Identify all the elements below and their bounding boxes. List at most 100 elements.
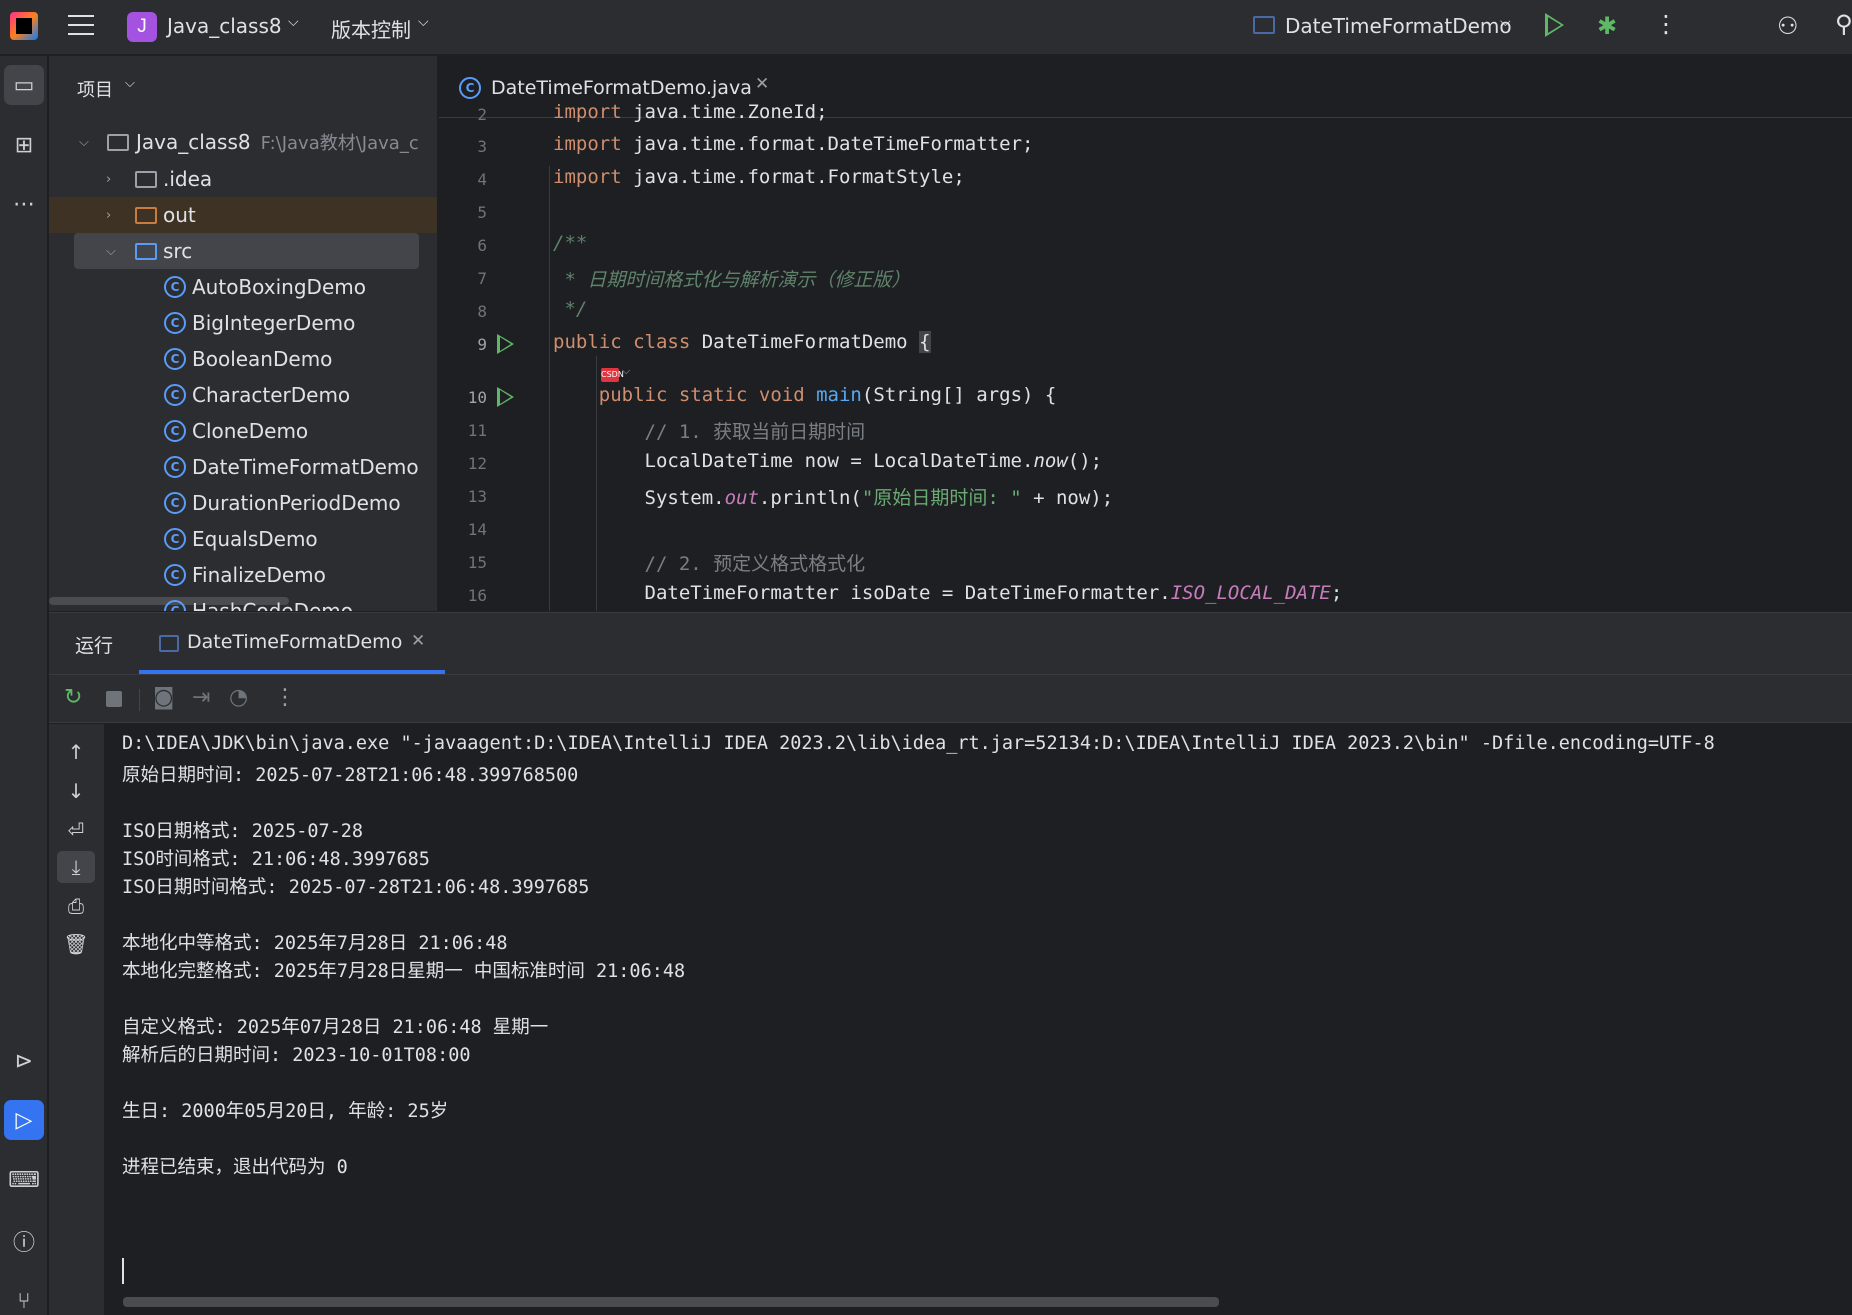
tree-item-class[interactable]: C AutoBoxingDemo	[49, 269, 437, 305]
problems-icon[interactable]: ⓘ	[4, 1221, 44, 1261]
code-line[interactable]: 15 // 2. 预定义格式格式化	[439, 549, 1852, 579]
debug-bug-icon[interactable]: ✱	[1597, 12, 1617, 40]
profiler-icon[interactable]: ◔	[229, 685, 248, 710]
main-menu-icon[interactable]	[68, 15, 94, 37]
tree-item-class[interactable]: C BooleanDemo	[49, 341, 437, 377]
print-icon[interactable]: ⎙	[57, 890, 95, 922]
arrow-up-icon[interactable]: ↑	[57, 736, 95, 768]
folder-label: out	[163, 203, 196, 227]
class-icon: C	[164, 276, 186, 298]
tree-item-class[interactable]: C DurationPeriodDemo	[49, 485, 437, 521]
structure-icon[interactable]: ⊞	[4, 125, 44, 165]
scroll-to-end-icon[interactable]: ⤓	[57, 851, 95, 883]
arrow-down-icon[interactable]: ↓	[57, 775, 95, 807]
camera-icon[interactable]: ◙	[153, 685, 174, 710]
code-line[interactable]: 5	[439, 199, 1852, 229]
editor-tab[interactable]: C DateTimeFormatDemo.java	[459, 74, 752, 102]
folder-icon[interactable]: ▭	[4, 65, 44, 105]
chevron-down-icon[interactable]: ⌵	[622, 364, 630, 378]
add-user-icon[interactable]: ⚇	[1777, 12, 1799, 40]
close-icon[interactable]: ✕	[411, 631, 425, 651]
code-text: DateTimeFormatter isoDate = DateTimeForm…	[553, 582, 1343, 604]
attach-icon[interactable]: ⇥	[192, 685, 210, 710]
chevron-down-icon[interactable]: ⌵	[125, 76, 135, 91]
run-button[interactable]	[1545, 13, 1564, 37]
tree-item-out[interactable]: › out	[49, 197, 437, 233]
tree-item-class[interactable]: C HashCodeDemo	[49, 593, 437, 611]
console-line: 本地化完整格式: 2025年7月28日星期一 中国标准时间 21:06:48	[122, 961, 686, 982]
tree-root-row[interactable]: ⌵ Java_class8 F:\Java教材\Java_c	[49, 124, 437, 160]
gutter-run-icon[interactable]	[497, 334, 514, 354]
line-number: 9	[477, 335, 487, 354]
git-icon[interactable]: ⑂	[4, 1281, 44, 1315]
code-token: LocalDateTime now = LocalDateTime.	[553, 450, 1034, 472]
close-icon[interactable]: ✕	[755, 74, 769, 94]
code-line[interactable]: 11 // 1. 获取当前日期时间	[439, 417, 1852, 447]
chevron-right-icon[interactable]: ›	[106, 208, 111, 223]
class-label: CloneDemo	[192, 419, 309, 443]
code-line[interactable]: 4 import java.time.format.FormatStyle;	[439, 166, 1852, 196]
line-number: 7	[477, 269, 487, 288]
code-token: // 1. 获取当前日期时间	[553, 421, 866, 443]
code-line[interactable]: 6 /**	[439, 232, 1852, 262]
stop-icon[interactable]	[106, 691, 122, 707]
code-line[interactable]: 9 public class DateTimeFormatDemo {	[439, 331, 1852, 361]
project-panel-title[interactable]: 项目	[77, 76, 113, 102]
run-panel: 运行 DateTimeFormatDemo ✕ ↻ ◙ ⇥ ◔ ⋮ ↑ ↓ ⏎ …	[49, 612, 1852, 1315]
more-actions-icon[interactable]: ⋮	[274, 685, 296, 710]
tree-item-class[interactable]: C CharacterDemo	[49, 377, 437, 413]
trash-icon[interactable]: 🗑	[57, 928, 95, 960]
services-icon[interactable]: ⊳	[4, 1041, 44, 1081]
soft-wrap-icon[interactable]: ⏎	[57, 814, 95, 846]
author-avatar-icon[interactable]: CSDN	[601, 368, 624, 382]
code-line[interactable]: 12 LocalDateTime now = LocalDateTime.now…	[439, 450, 1852, 480]
line-number: 5	[477, 203, 487, 222]
code-line[interactable]: 8 */	[439, 298, 1852, 328]
code-line[interactable]: 16 DateTimeFormatter isoDate = DateTimeF…	[439, 582, 1852, 611]
chevron-down-icon[interactable]: ⌵	[1500, 14, 1511, 30]
console-output[interactable]: D:\IDEA\JDK\bin\java.exe "-javaagent:D:\…	[122, 733, 1842, 1273]
terminal-icon[interactable]: ⌨	[4, 1160, 44, 1200]
tree-item-idea[interactable]: › .idea	[49, 161, 437, 197]
run-icon[interactable]: ▷	[4, 1100, 44, 1140]
code-line[interactable]: 14	[439, 516, 1852, 546]
code-line[interactable]: 10 public static void main(String[] args…	[439, 384, 1852, 414]
code-token: /**	[553, 232, 588, 254]
tree-item-class[interactable]: C CloneDemo	[49, 413, 437, 449]
code-text: import java.time.format.FormatStyle;	[553, 166, 965, 188]
code-text: */	[553, 298, 587, 320]
run-side-toolbar: ↑ ↓ ⏎ ⤓ ⎙ 🗑	[49, 724, 104, 1315]
chevron-down-icon[interactable]: ⌵	[418, 14, 429, 30]
more-actions-icon[interactable]: ⋮	[1654, 10, 1678, 38]
gutter-run-icon[interactable]	[497, 387, 514, 407]
project-selector[interactable]: Java_class8	[167, 14, 282, 38]
code-line[interactable]: 7 * 日期时间格式化与解析演示（修正版）	[439, 265, 1852, 295]
tree-item-class[interactable]: C BigIntegerDemo	[49, 305, 437, 341]
rerun-icon[interactable]: ↻	[64, 685, 82, 710]
chevron-down-icon[interactable]: ⌵	[288, 14, 299, 30]
run-config-selector[interactable]: DateTimeFormatDemo	[1285, 14, 1512, 38]
tree-item-class[interactable]: C FinalizeDemo	[49, 557, 437, 593]
more-icon[interactable]: ⋯	[4, 184, 44, 224]
tree-item-class[interactable]: C EqualsDemo	[49, 521, 437, 557]
code-line[interactable]: 3 import java.time.format.DateTimeFormatt…	[439, 133, 1852, 163]
horizontal-scrollbar[interactable]	[123, 1297, 1219, 1307]
code-token: ();	[1067, 450, 1103, 472]
tree-item-src[interactable]: ⌵ src	[74, 233, 419, 269]
code-line[interactable]: 13 System.out.println("原始日期时间: " + now);	[439, 483, 1852, 513]
code-line[interactable]: 2 import java.time.ZoneId;	[439, 101, 1852, 131]
chevron-down-icon[interactable]: ⌵	[79, 135, 89, 150]
class-icon: C	[164, 492, 186, 514]
class-label: DateTimeFormatDemo	[192, 455, 419, 479]
code-token: import	[553, 166, 634, 188]
chevron-right-icon[interactable]: ›	[106, 172, 111, 187]
chevron-down-icon[interactable]: ⌵	[106, 244, 116, 259]
code-token: .println(	[758, 487, 862, 509]
search-icon[interactable]: ⚲	[1835, 10, 1852, 38]
vcs-menu[interactable]: 版本控制	[331, 14, 411, 43]
project-badge[interactable]: J	[127, 12, 157, 42]
tree-item-class[interactable]: C DateTimeFormatDemo	[49, 449, 437, 485]
run-tab-label[interactable]: DateTimeFormatDemo	[187, 631, 402, 653]
code-token: import	[553, 133, 634, 155]
